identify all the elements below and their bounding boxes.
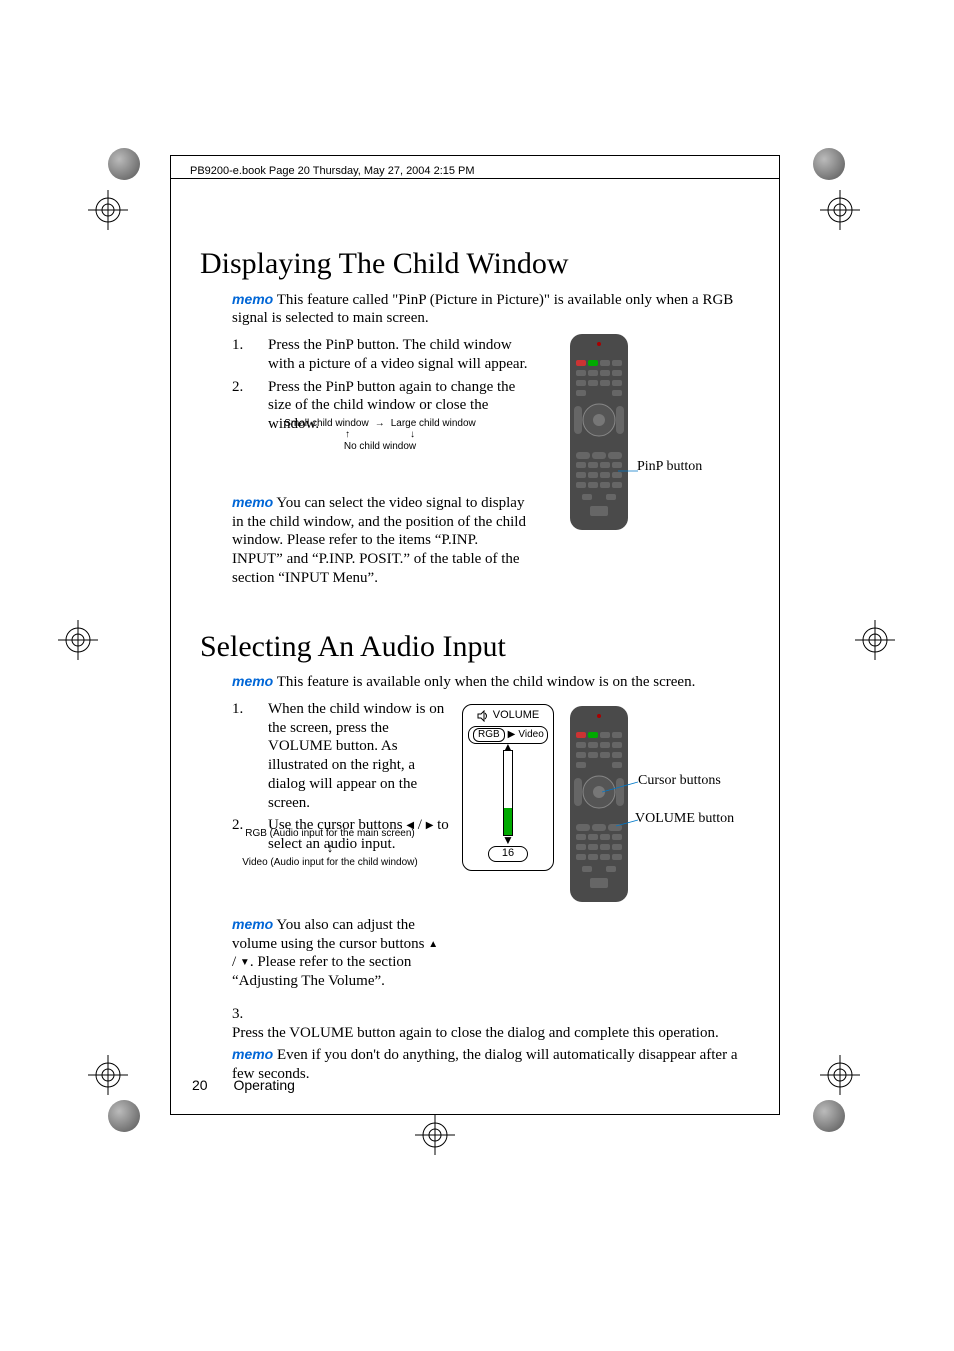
section1-memo: memo This feature called "PinP (Picture … [232, 291, 760, 329]
section2-memo2: memo You also can adjust the volume usin… [232, 916, 442, 991]
callout-line-icon [618, 466, 638, 476]
s2-flow-diagram: RGB (Audio input for the main screen) ↕ … [240, 828, 420, 869]
page-number: 20 [192, 1077, 208, 1093]
s2-step3: 3.Press the VOLUME button again to close… [232, 1005, 760, 1043]
page-header-text: PB9200-e.book Page 20 Thursday, May 27, … [190, 165, 475, 177]
header-rule [170, 178, 780, 179]
s1-flow-diagram: Small child window → Large child window … [240, 418, 520, 454]
memo-label: memo [232, 291, 273, 307]
up-arrow-icon: ▲ [428, 939, 438, 950]
memo-text: This feature called "PinP (Picture in Pi… [232, 292, 733, 327]
s2-step1: 1.When the child window is on the screen… [232, 700, 454, 813]
remote-icon [568, 704, 630, 904]
s1-step1: 1.Press the PinP button. The child windo… [232, 336, 532, 374]
volume-callout: VOLUME button [635, 810, 734, 828]
section2-memo: memo This feature is available only when… [232, 673, 760, 692]
callout-line-icon [602, 780, 638, 794]
remote-icon [568, 332, 630, 532]
section2-memo3: memo Even if you don't do anything, the … [232, 1046, 762, 1084]
memo2-text: You can select the video signal to displ… [232, 495, 526, 586]
footer-section: Operating [233, 1077, 294, 1093]
down-arrow-icon: ▼ [502, 833, 514, 848]
page-footer: 20 Operating [192, 1077, 295, 1093]
pinp-callout: PinP button [637, 458, 702, 476]
section1-memo2: memo You can select the video signal to … [232, 494, 532, 588]
cursor-callout: Cursor buttons [638, 772, 721, 790]
section2-title: Selecting An Audio Input [200, 628, 760, 666]
down-arrow-icon: ▼ [240, 957, 250, 968]
volume-osd: VOLUME RGB ▶ Video ▲ ▼ 16 [462, 704, 554, 871]
section1-title: Displaying The Child Window [200, 245, 760, 283]
speaker-icon [477, 710, 489, 722]
memo-label: memo [232, 494, 273, 510]
